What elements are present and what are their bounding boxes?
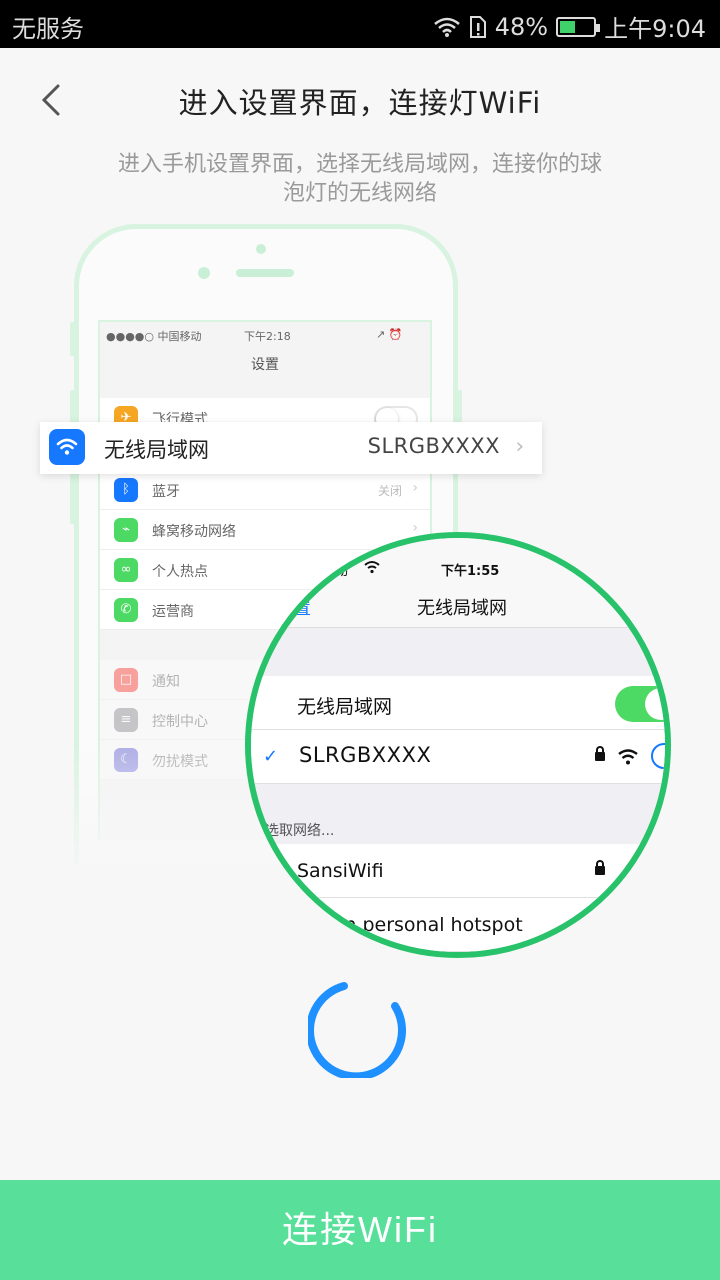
- magnified-connected-row: ✓ SLRGBXXXX: [251, 730, 665, 784]
- settings-row-label: 运营商: [152, 604, 194, 620]
- network-row: SansiWifi: [251, 844, 665, 898]
- settings-row: ᛒ 蓝牙 关闭 ›: [100, 470, 430, 510]
- magnified-wifi-toggle-row: 无线局域网: [251, 676, 665, 730]
- chevron-right-icon: ›: [412, 520, 418, 536]
- wifi-signal-icon: [433, 17, 460, 37]
- cellular-icon: ⌁: [114, 518, 138, 542]
- wifi-row-network: SLRGBXXXX: [367, 434, 500, 458]
- battery-level: [560, 20, 576, 33]
- magnified-nav-bar: 动 下午1:55 置 无线局域网: [251, 538, 665, 628]
- choose-network-label: 选取网络...: [265, 823, 335, 839]
- chevron-right-icon: ›: [412, 480, 418, 496]
- status-time: 上午9:04: [604, 15, 706, 43]
- phone-time: 下午2:18: [244, 330, 291, 343]
- wifi-row-label: 无线局域网: [104, 438, 209, 462]
- magnifier-circle: 动 下午1:55 置 无线局域网 无线局域网 ✓ SLRGBXXXX 选取网络.…: [245, 532, 671, 958]
- network-row: ican personal hotspot: [251, 898, 665, 952]
- instructions-text: 进入手机设置界面，选择无线局域网，连接你的球泡灯的无线网络: [117, 152, 602, 206]
- phone-sensor: [198, 267, 210, 279]
- phone-status-bar: ●●●●○ 中国移动 下午2:18 ↗ ⏰: [100, 326, 430, 346]
- magnified-title: 无线局域网: [417, 598, 507, 619]
- connect-wifi-button[interactable]: 连接WiFi: [0, 1180, 720, 1280]
- phone-speaker: [236, 269, 294, 277]
- wifi-strength-icon: [618, 749, 638, 765]
- carrier-icon: ✆: [114, 598, 138, 622]
- magnified-wifi-label: 无线局域网: [297, 696, 393, 718]
- info-icon: [651, 743, 665, 769]
- settings-row-label: 个人热点: [152, 564, 208, 580]
- connected-network-name: SLRGBXXXX: [299, 743, 432, 767]
- lock-icon: [595, 746, 605, 761]
- battery-icon: [556, 16, 601, 37]
- battery-percent: 48%: [494, 12, 549, 41]
- wifi-toggle: [615, 686, 665, 722]
- notification-icon: □: [114, 668, 138, 692]
- magnified-wifi-status-icon: [364, 561, 380, 574]
- network-name: SansiWifi: [297, 860, 384, 882]
- checkmark-icon: ✓: [263, 746, 279, 767]
- loading-spinner-icon: [308, 982, 406, 1078]
- settings-row-label: 蜂窝移动网络: [152, 524, 236, 540]
- magnified-status-carrier: 动: [335, 564, 349, 579]
- settings-row-label: 控制中心: [152, 714, 208, 730]
- control-center-icon: ≡: [114, 708, 138, 732]
- phone-status-icons: ↗ ⏰: [376, 328, 403, 341]
- settings-row-value: 关闭: [377, 484, 402, 498]
- lock-icon: [595, 860, 605, 875]
- phone-side-button: [70, 322, 76, 356]
- wifi-icon: [49, 429, 85, 465]
- phone-carrier: ●●●●○ 中国移动: [106, 330, 202, 343]
- status-bar: 无服务 48% 上午9:04: [0, 0, 720, 48]
- page-title: 进入设置界面，连接灯WiFi: [178, 86, 542, 120]
- network-name: ican personal hotspot: [317, 914, 523, 936]
- hotspot-icon: ∞: [114, 558, 138, 582]
- magnified-back-label: 置: [293, 598, 311, 619]
- settings-row-label: 蓝牙: [152, 484, 180, 500]
- sim-alert-icon: [469, 15, 486, 38]
- magnified-status-time: 下午1:55: [441, 564, 500, 579]
- carrier-text: 无服务: [12, 15, 84, 43]
- phone-camera: [256, 244, 266, 254]
- settings-title: 设置: [251, 357, 279, 373]
- bluetooth-icon: ᛒ: [114, 478, 138, 502]
- chevron-right-icon: ›: [515, 434, 524, 458]
- wifi-settings-row: 无线局域网 SLRGBXXXX ›: [40, 422, 542, 474]
- settings-row-label: 通知: [152, 674, 180, 690]
